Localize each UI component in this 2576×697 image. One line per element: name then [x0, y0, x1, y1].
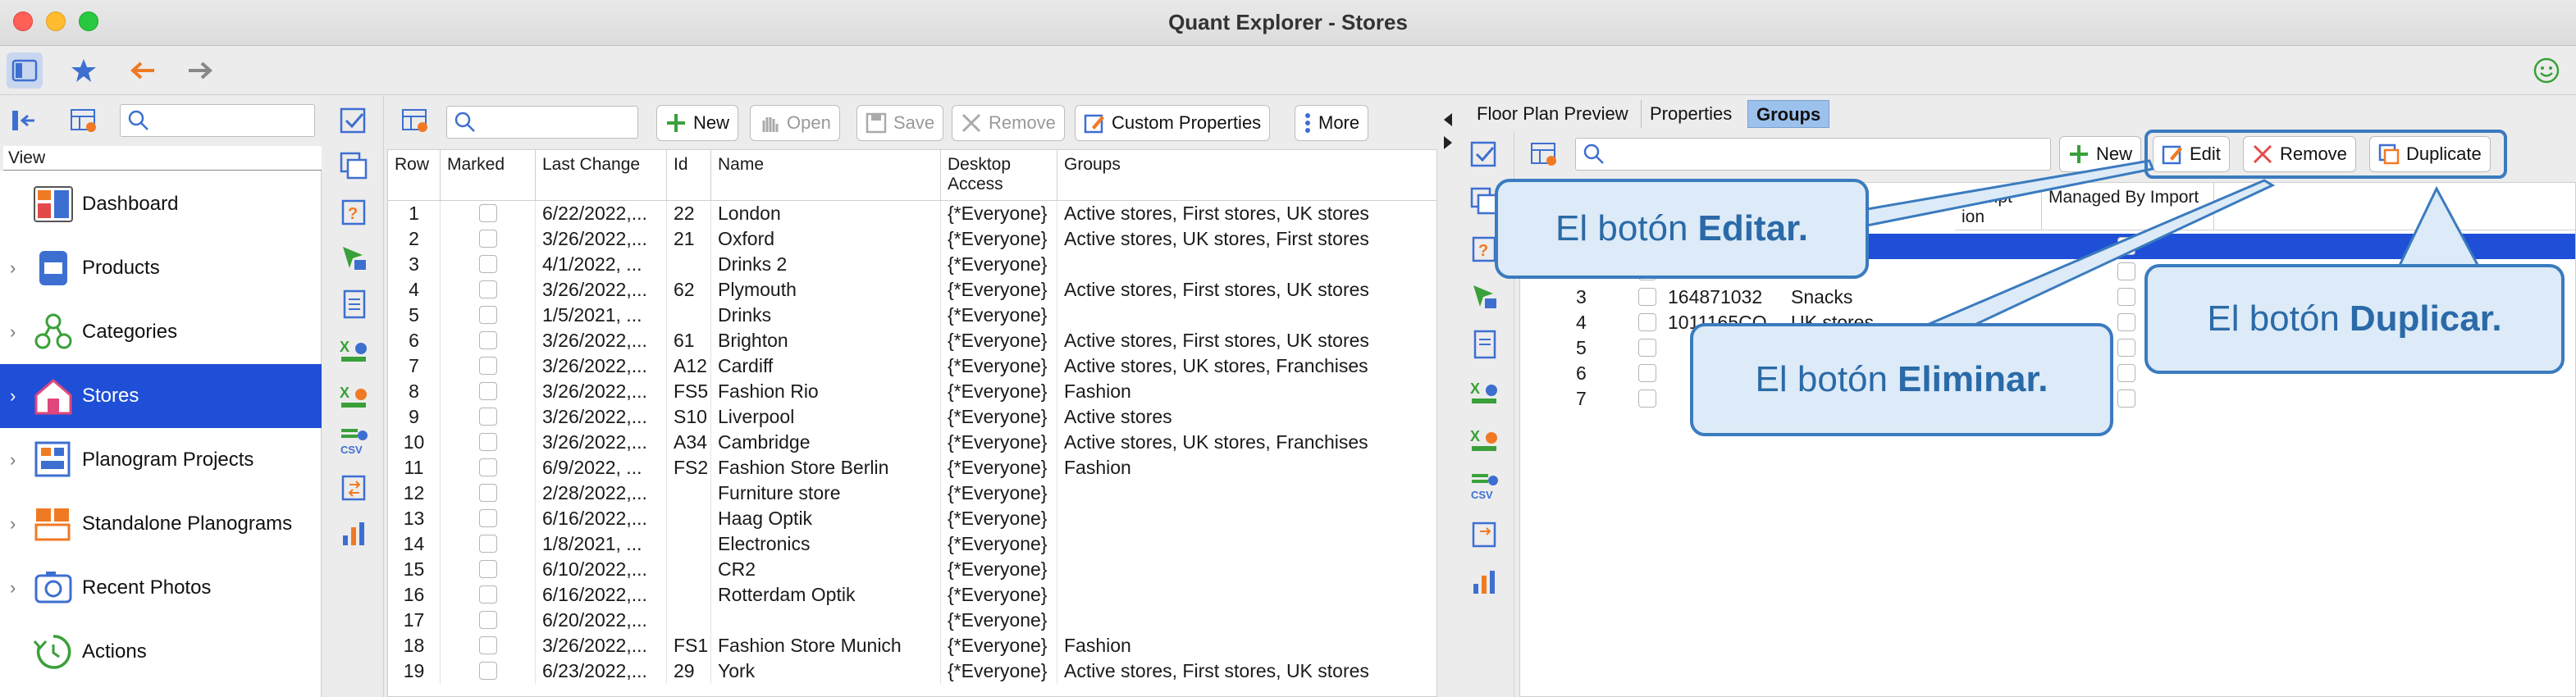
buttons-highlight [2144, 130, 2507, 179]
app-window: { "window":{"title":"Quant Explorer - St… [0, 0, 2576, 697]
callout-duplicate: El botón Duplicar. [2144, 264, 2565, 374]
callout-remove: El botón Eliminar. [1690, 323, 2113, 436]
callout-edit: El botón Editar. [1495, 179, 1869, 279]
